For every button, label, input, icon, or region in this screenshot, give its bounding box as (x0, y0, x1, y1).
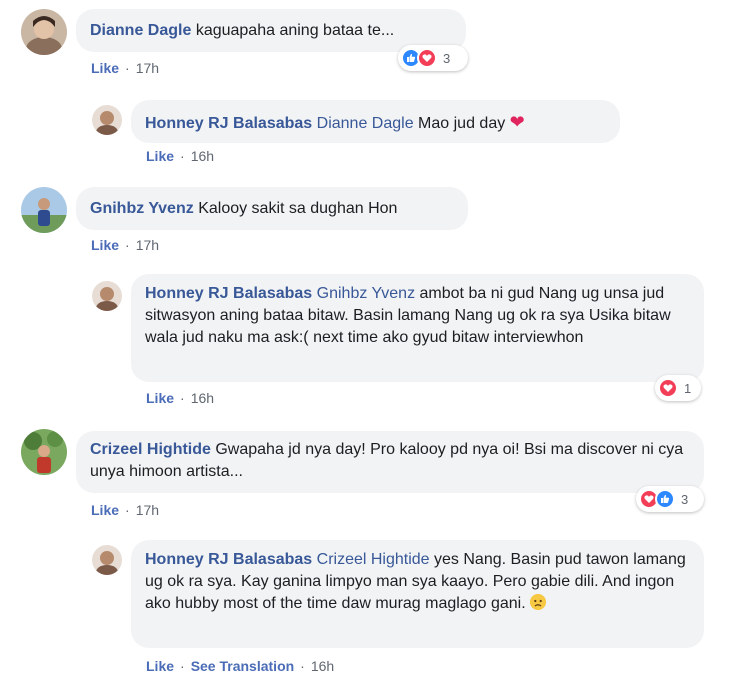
comment-author[interactable]: Dianne Dagle (90, 22, 191, 39)
sad-face-icon (530, 594, 547, 610)
heart-emoji: ❤ (509, 112, 525, 132)
like-link[interactable]: Like (146, 658, 174, 674)
reaction-count: 3 (681, 491, 689, 507)
comment-actions: Like · 17h (91, 60, 160, 76)
love-icon (417, 48, 437, 68)
reply-author[interactable]: Honney RJ Balasabas (145, 285, 312, 302)
comment-actions: Like · 17h (91, 502, 160, 518)
reaction-count: 1 (684, 380, 692, 396)
like-link[interactable]: Like (91, 60, 119, 76)
timestamp[interactable]: 16h (191, 148, 214, 164)
reply-bubble: Honney RJ Balasabas Dianne Dagle Mao jud… (131, 100, 620, 143)
reactions-summary[interactable]: 1 (655, 375, 701, 401)
like-link[interactable]: Like (146, 148, 174, 164)
reply-bubble: Honney RJ Balasabas Crizeel Hightide yes… (131, 540, 704, 648)
reactions-summary[interactable]: 3 (636, 486, 704, 512)
reply-author[interactable]: Honney RJ Balasabas (145, 115, 312, 132)
reply-author[interactable]: Honney RJ Balasabas (145, 551, 312, 568)
reply-actions: Like · See Translation · 16h (146, 658, 335, 674)
timestamp[interactable]: 17h (136, 237, 159, 253)
avatar[interactable] (92, 105, 122, 135)
comment-text: kaguapaha aning bataa te... (195, 22, 395, 39)
timestamp[interactable]: 16h (311, 658, 334, 674)
avatar[interactable] (92, 281, 122, 311)
timestamp[interactable]: 17h (136, 60, 159, 76)
comment-bubble: Crizeel Hightide Gwapaha jd nya day! Pro… (76, 431, 704, 493)
like-link[interactable]: Like (146, 390, 174, 406)
reply-actions: Like · 16h (146, 390, 215, 406)
comment-author[interactable]: Crizeel Hightide (90, 441, 211, 458)
mention-link[interactable]: Dianne Dagle (317, 115, 414, 132)
like-link[interactable]: Like (91, 502, 119, 518)
mention-link[interactable]: Gnihbz Yvenz (317, 285, 415, 302)
avatar[interactable] (21, 187, 67, 233)
reply-actions: Like · 16h (146, 148, 215, 164)
like-link[interactable]: Like (91, 237, 119, 253)
comment-author[interactable]: Gnihbz Yvenz (90, 200, 194, 217)
mention-link[interactable]: Crizeel Hightide (317, 551, 430, 568)
avatar[interactable] (21, 9, 67, 55)
love-icon (658, 378, 678, 398)
avatar[interactable] (92, 545, 122, 575)
comment-text: Kalooy sakit sa dughan Hon (198, 200, 398, 217)
reactions-summary[interactable]: 3 (398, 45, 468, 71)
timestamp[interactable]: 16h (191, 390, 214, 406)
like-icon (655, 489, 675, 509)
reaction-count: 3 (443, 50, 451, 66)
reply-text: Mao jud day (418, 115, 506, 132)
see-translation-link[interactable]: See Translation (191, 658, 294, 674)
timestamp[interactable]: 17h (136, 502, 159, 518)
comment-bubble: Gnihbz Yvenz Kalooy sakit sa dughan Hon (76, 187, 468, 230)
comment-actions: Like · 17h (91, 237, 160, 253)
reply-bubble: Honney RJ Balasabas Gnihbz Yvenz ambot b… (131, 274, 704, 382)
avatar[interactable] (21, 429, 67, 475)
